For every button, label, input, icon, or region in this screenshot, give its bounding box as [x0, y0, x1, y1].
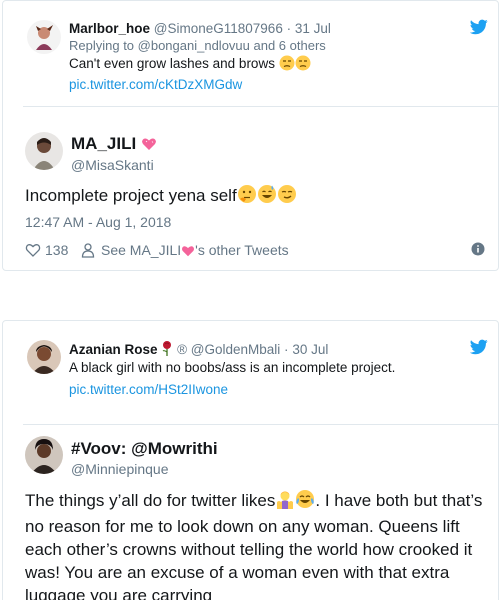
quoted-tweet-text: Can't even grow lashes and brows: [69, 55, 311, 76]
avatar[interactable]: [25, 436, 63, 474]
tweet-timestamp[interactable]: 12:47 AM - Aug 1, 2018: [25, 214, 171, 230]
tweet-text: Incomplete project yena self: [25, 184, 495, 210]
heart-icon[interactable]: [25, 242, 41, 261]
quoted-date[interactable]: 30 Jul: [292, 342, 328, 357]
quoted-tweet-header: Azanian Rose ® @GoldenMbali · 30 Jul: [69, 340, 328, 361]
person-icon[interactable]: [80, 242, 96, 261]
tweet-text-part1: The things y’all do for twitter likes: [25, 491, 276, 510]
quoted-media-link[interactable]: pic.twitter.com/cKtDzXMGdw: [69, 76, 242, 94]
see-other-tweets-suffix: 's other Tweets: [195, 242, 289, 258]
embedded-tweet-majili: Marlbor_hoe @SimoneG11807966 · 31 Jul Re…: [2, 0, 499, 271]
sparkling-heart-icon: [181, 244, 195, 261]
quoted-author-name[interactable]: Marlbor_hoe: [69, 21, 150, 36]
author-name-text: MA_JILI: [71, 134, 137, 153]
info-icon[interactable]: [471, 242, 485, 259]
quoted-tweet-header: Marlbor_hoe @SimoneG11807966 · 31 Jul: [69, 20, 331, 38]
replying-to[interactable]: Replying to @bongani_ndlovuu and 6 other…: [69, 37, 326, 55]
quoted-media-link[interactable]: pic.twitter.com/HSt2IIwone: [69, 381, 228, 399]
unamused-face-icon: [295, 55, 311, 76]
author-handle[interactable]: @Minniepinque: [71, 460, 169, 478]
twitter-bird-icon[interactable]: [469, 19, 488, 35]
rose-icon: [161, 340, 173, 361]
avatar[interactable]: [27, 340, 61, 374]
quoted-author-handle[interactable]: @SimoneG11807966: [154, 21, 283, 36]
twitter-bird-icon[interactable]: [469, 339, 488, 355]
smirking-face-icon: [277, 184, 297, 210]
author-handle[interactable]: @MisaSkanti: [71, 156, 154, 174]
see-other-tweets-link[interactable]: See MA_JILI 's other Tweets: [101, 242, 289, 261]
tweet-text-content: Incomplete project yena self: [25, 186, 237, 205]
avatar[interactable]: [25, 132, 63, 170]
grinning-sweat-face-icon: [257, 184, 277, 210]
sparkling-heart-icon: [141, 136, 157, 157]
quoted-tweet[interactable]: Azanian Rose ® @GoldenMbali · 30 Jul A b…: [23, 335, 498, 425]
quoted-tweet[interactable]: Marlbor_hoe @SimoneG11807966 · 31 Jul Re…: [23, 15, 498, 107]
face-with-tears-of-joy-icon: [295, 489, 315, 515]
separator-dot: ·: [284, 342, 289, 358]
quoted-author-name[interactable]: Azanian Rose: [69, 342, 158, 357]
thinking-face-icon: [237, 184, 257, 210]
quoted-text-content: Can't even grow lashes and brows: [69, 56, 275, 71]
tweet-text: The things y’all do for twitter likes . …: [25, 489, 495, 600]
see-other-tweets-prefix: See MA_JILI: [101, 242, 182, 258]
embedded-tweet-voov: Azanian Rose ® @GoldenMbali · 30 Jul A b…: [2, 320, 499, 600]
woman-shrugging-icon: [275, 489, 295, 515]
like-count[interactable]: 138: [45, 242, 68, 258]
unamused-face-icon: [279, 55, 295, 76]
separator-dot: ·: [286, 21, 292, 36]
registered-mark: ®: [177, 342, 188, 358]
quoted-author-handle[interactable]: @GoldenMbali: [191, 342, 281, 357]
quoted-date[interactable]: 31 Jul: [295, 21, 331, 36]
tweet-actions: 138 See MA_JILI 's other Tweets: [25, 240, 495, 262]
quoted-tweet-text: A black girl with no boobs/ass is an inc…: [69, 360, 396, 375]
author-name[interactable]: MA_JILI: [71, 134, 157, 157]
author-name[interactable]: #Voov: @Mowrithi: [71, 439, 218, 459]
avatar[interactable]: [27, 20, 61, 54]
